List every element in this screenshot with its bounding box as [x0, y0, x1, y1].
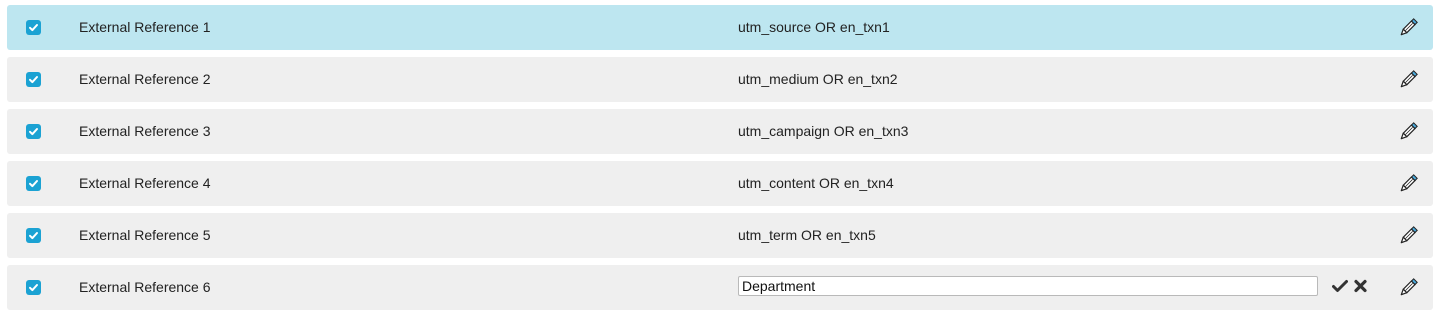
close-icon[interactable] — [1354, 279, 1367, 293]
list-item[interactable]: External Reference 3 utm_campaign OR en_… — [7, 109, 1433, 154]
reference-mapping: utm_medium OR en_txn2 — [738, 71, 898, 87]
list-item[interactable]: External Reference 5 utm_term OR en_txn5 — [7, 213, 1433, 258]
checkmark-icon[interactable] — [1332, 279, 1348, 293]
reference-mapping: utm_campaign OR en_txn3 — [738, 123, 909, 139]
checkbox-checked-icon[interactable] — [26, 228, 41, 243]
pencil-icon[interactable] — [1397, 121, 1419, 143]
pencil-icon[interactable] — [1397, 69, 1419, 91]
reference-mapping: utm_term OR en_txn5 — [738, 227, 876, 243]
reference-label: External Reference 4 — [79, 175, 211, 191]
pencil-icon[interactable] — [1397, 225, 1419, 247]
list-item[interactable]: External Reference 4 utm_content OR en_t… — [7, 161, 1433, 206]
reference-label: External Reference 5 — [79, 227, 211, 243]
reference-mapping: utm_content OR en_txn4 — [738, 175, 894, 191]
reference-label: External Reference 1 — [79, 19, 211, 35]
checkbox-checked-icon[interactable] — [26, 124, 41, 139]
pencil-icon[interactable] — [1397, 277, 1419, 299]
checkbox-checked-icon[interactable] — [26, 72, 41, 87]
list-item[interactable]: External Reference 1 utm_source OR en_tx… — [7, 5, 1433, 50]
pencil-icon[interactable] — [1397, 173, 1419, 195]
pencil-icon[interactable] — [1397, 17, 1419, 39]
reference-mapping: utm_source OR en_txn1 — [738, 19, 890, 35]
checkbox-checked-icon[interactable] — [26, 280, 41, 295]
list-item[interactable]: External Reference 6 — [7, 265, 1433, 310]
list-item[interactable]: External Reference 2 utm_medium OR en_tx… — [7, 57, 1433, 102]
checkbox-checked-icon[interactable] — [26, 20, 41, 35]
checkbox-checked-icon[interactable] — [26, 176, 41, 191]
reference-label: External Reference 3 — [79, 123, 211, 139]
reference-label: External Reference 2 — [79, 71, 211, 87]
mapping-edit-input[interactable] — [738, 276, 1318, 296]
external-reference-list: External Reference 1 utm_source OR en_tx… — [0, 0, 1440, 316]
reference-label: External Reference 6 — [79, 279, 211, 295]
